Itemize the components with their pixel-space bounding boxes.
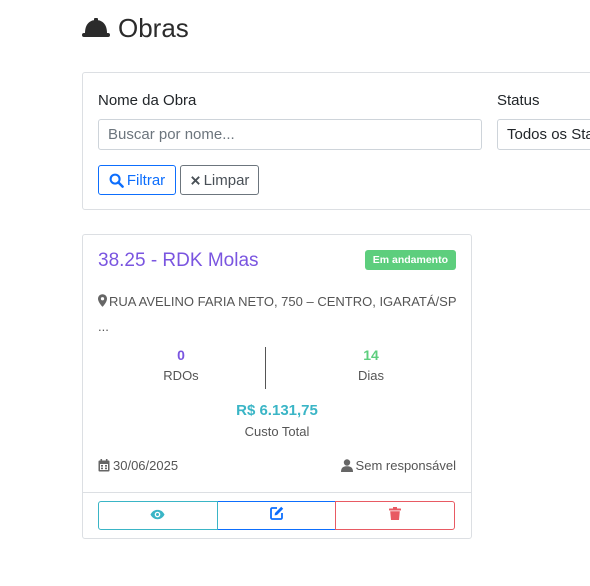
status-select-value: Todos os Status (507, 126, 590, 143)
page-title: Obras (118, 13, 189, 43)
user-icon (340, 459, 353, 472)
obra-title[interactable]: 38.25 - RDK Molas (98, 250, 259, 272)
card-actions (98, 501, 456, 530)
filter-button[interactable]: Filtrar (98, 165, 176, 195)
rdos-count: 0 (177, 347, 185, 363)
map-marker-icon (98, 291, 107, 315)
obra-address: RUA AVELINO FARIA NETO, 750 – CENTRO, IG… (98, 290, 458, 339)
calendar-icon (98, 459, 110, 472)
filter-button-label: Filtrar (126, 171, 166, 189)
cost-label: Custo Total (244, 424, 310, 439)
days-count: 14 (363, 347, 379, 363)
clear-button[interactable]: Limpar (180, 165, 259, 195)
rdos-stat: 0 RDOs (106, 345, 256, 387)
delete-button[interactable] (335, 501, 456, 530)
page-header: Obras (81, 12, 189, 44)
hard-hat-icon (81, 16, 111, 40)
cost-value: R$ 6.131,75 (236, 402, 318, 419)
cost-stat: R$ 6.131,75 Custo Total (83, 401, 471, 443)
status-badge: Em andamento (364, 250, 456, 270)
view-button[interactable] (98, 501, 218, 530)
obra-card: 38.25 - RDK Molas Em andamento RUA AVELI… (82, 234, 472, 539)
days-label: Dias (357, 368, 384, 383)
responsible: Sem responsável (340, 458, 456, 473)
status-filter-label: Status (497, 92, 540, 109)
close-icon (190, 175, 201, 186)
edit-icon (269, 506, 284, 525)
name-filter-label: Nome da Obra (98, 92, 197, 109)
filter-panel: Nome da Obra Status Todos os Status Filt… (82, 72, 590, 210)
edit-button[interactable] (217, 501, 336, 530)
address-line-1: RUA AVELINO FARIA NETO, 750 – CENTRO, IG… (109, 294, 457, 309)
trash-icon (389, 506, 402, 525)
responsible-value: Sem responsável (355, 458, 456, 473)
days-stat: 14 Dias (296, 345, 446, 387)
card-footer-divider (83, 492, 471, 493)
status-select[interactable]: Todos os Status (497, 119, 590, 150)
search-icon (109, 173, 124, 188)
rdos-label: RDOs (163, 368, 199, 383)
start-date: 30/06/2025 (98, 458, 178, 473)
eye-icon (150, 507, 165, 525)
clear-button-label: Limpar (203, 171, 250, 189)
name-search-input[interactable] (98, 119, 482, 150)
address-line-2: ... (98, 319, 109, 334)
start-date-value: 30/06/2025 (113, 458, 179, 473)
stats-divider (265, 347, 266, 389)
